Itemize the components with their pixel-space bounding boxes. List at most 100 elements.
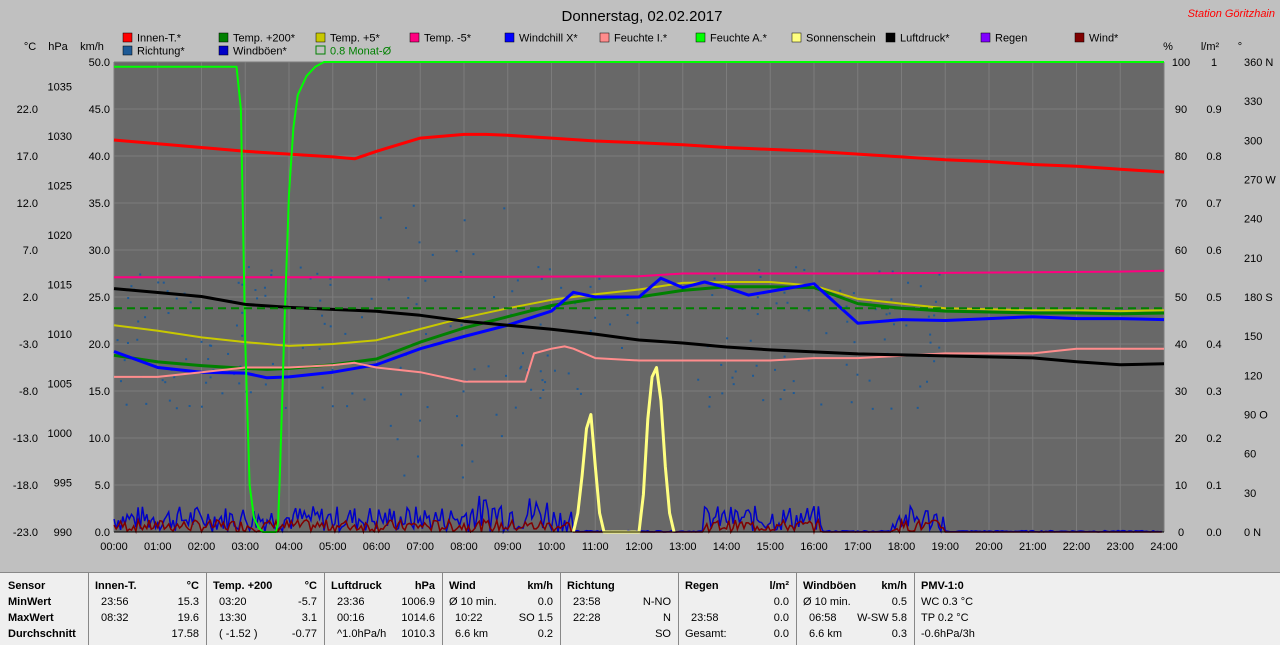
tick-label-rain: 0.0 — [1206, 527, 1221, 539]
tick-label-humidity: 40 — [1175, 339, 1187, 351]
tick-label-direction: 300 — [1244, 135, 1262, 147]
stats-max-time: 13:30 — [219, 612, 247, 624]
x-tick-label: 04:00 — [275, 541, 303, 553]
tick-label-temp: 12.0 — [17, 198, 38, 210]
tick-label-direction: 240 — [1244, 214, 1262, 226]
stats-min-value: 1006.9 — [401, 596, 435, 608]
direction-point — [885, 313, 888, 316]
tick-label-pressure: 1010 — [48, 329, 72, 341]
legend-swatch — [504, 32, 515, 43]
direction-point — [731, 376, 734, 379]
direction-point — [144, 316, 147, 319]
x-tick-label: 00:00 — [100, 541, 128, 553]
direction-point — [125, 403, 128, 406]
tick-label-rain: 0.8 — [1206, 151, 1221, 163]
stats-header: Innen-T. — [95, 580, 137, 592]
direction-point — [620, 346, 623, 349]
direction-point — [560, 286, 563, 289]
direction-point — [270, 273, 273, 276]
stats-max-time: 00:16 — [337, 612, 365, 624]
x-tick-label: 13:00 — [669, 541, 697, 553]
direction-point — [907, 281, 910, 284]
stats-regen-block: Regen l/m² 0.0 23:58 0.0 Gesamt: 0.0 — [678, 573, 797, 645]
direction-point — [890, 407, 893, 410]
tick-label-pressure: 1020 — [48, 230, 72, 242]
legend-swatch — [980, 32, 991, 43]
direction-point — [845, 305, 848, 308]
direction-point — [775, 302, 778, 305]
direction-point — [462, 390, 465, 393]
tick-label-wind: 0.0 — [95, 527, 110, 539]
legend-swatch — [1074, 32, 1085, 43]
direction-point — [164, 381, 167, 384]
tick-label-pressure: 1005 — [48, 379, 72, 391]
direction-point — [734, 370, 737, 373]
stats-windboeen-block: Windböen km/h Ø 10 min. 0.5 06:58 W-SW 5… — [796, 573, 915, 645]
tick-label-temp: 7.0 — [23, 245, 38, 257]
legend-label: Windchill X* — [519, 33, 578, 45]
direction-point — [514, 406, 517, 409]
tick-label-pressure: 1015 — [48, 280, 72, 292]
direction-point — [284, 406, 287, 409]
direction-point — [238, 382, 241, 385]
direction-point — [389, 424, 392, 427]
direction-point — [346, 405, 349, 408]
direction-point — [594, 316, 597, 319]
direction-point — [344, 332, 347, 335]
direction-point — [431, 253, 434, 256]
x-tick-label: 12:00 — [625, 541, 653, 553]
direction-point — [387, 278, 390, 281]
axis-unit-label: % — [1163, 41, 1173, 53]
direction-point — [934, 300, 937, 303]
stats-avg-value: 0.0 — [773, 628, 789, 640]
stats-min-time: 23:56 — [101, 596, 129, 608]
tick-label-temp: -3.0 — [19, 339, 38, 351]
tick-label-wind: 15.0 — [89, 386, 110, 398]
direction-point — [403, 474, 406, 477]
stats-header: Wind — [449, 580, 476, 592]
direction-point — [732, 383, 735, 386]
stats-label-avg: Durchschnitt — [8, 628, 76, 640]
tick-label-direction: 360 N — [1244, 57, 1273, 69]
tick-label-pressure: 1000 — [48, 428, 72, 440]
direction-point — [792, 380, 795, 383]
stats-unit: l/m² — [769, 580, 789, 592]
direction-point — [249, 391, 252, 394]
direction-point — [850, 401, 853, 404]
legend-swatch — [885, 32, 896, 43]
direction-point — [175, 297, 178, 300]
stats-unit: °C — [304, 580, 317, 592]
direction-point — [472, 253, 475, 256]
direction-point — [449, 325, 452, 328]
direction-point — [759, 275, 762, 278]
direction-point — [540, 278, 543, 281]
tick-label-wind: 25.0 — [89, 292, 110, 304]
direction-point — [270, 269, 273, 272]
direction-point — [209, 376, 212, 379]
stats-min-time: 03:20 — [219, 596, 247, 608]
direction-point — [460, 324, 463, 327]
stats-max-value: SO 1.5 — [518, 612, 553, 624]
direction-point — [495, 413, 498, 416]
stats-header-sensor: Sensor — [8, 580, 46, 592]
tick-label-humidity: 100 — [1172, 57, 1190, 69]
direction-point — [883, 338, 886, 341]
direction-point — [539, 397, 542, 400]
tick-label-rain: 0.7 — [1206, 198, 1221, 210]
direction-point — [807, 309, 810, 312]
direction-point — [167, 312, 170, 315]
legend-label: Regen — [995, 33, 1027, 45]
direction-point — [792, 392, 795, 395]
direction-point — [820, 403, 823, 406]
legend-swatch — [599, 32, 610, 43]
x-tick-label: 24:00 — [1150, 541, 1178, 553]
chart-title: Donnerstag, 02.02.2017 — [562, 8, 723, 25]
direction-point — [162, 281, 165, 284]
stats-min-value: 0.5 — [891, 596, 907, 608]
direction-point — [708, 396, 711, 399]
legend-label: Sonnenschein — [806, 33, 876, 45]
direction-point — [247, 266, 250, 269]
direction-point — [157, 281, 160, 284]
stats-wind-block: Wind km/h Ø 10 min. 0.0 10:22 SO 1.5 6.6… — [442, 573, 561, 645]
direction-point — [116, 339, 119, 342]
